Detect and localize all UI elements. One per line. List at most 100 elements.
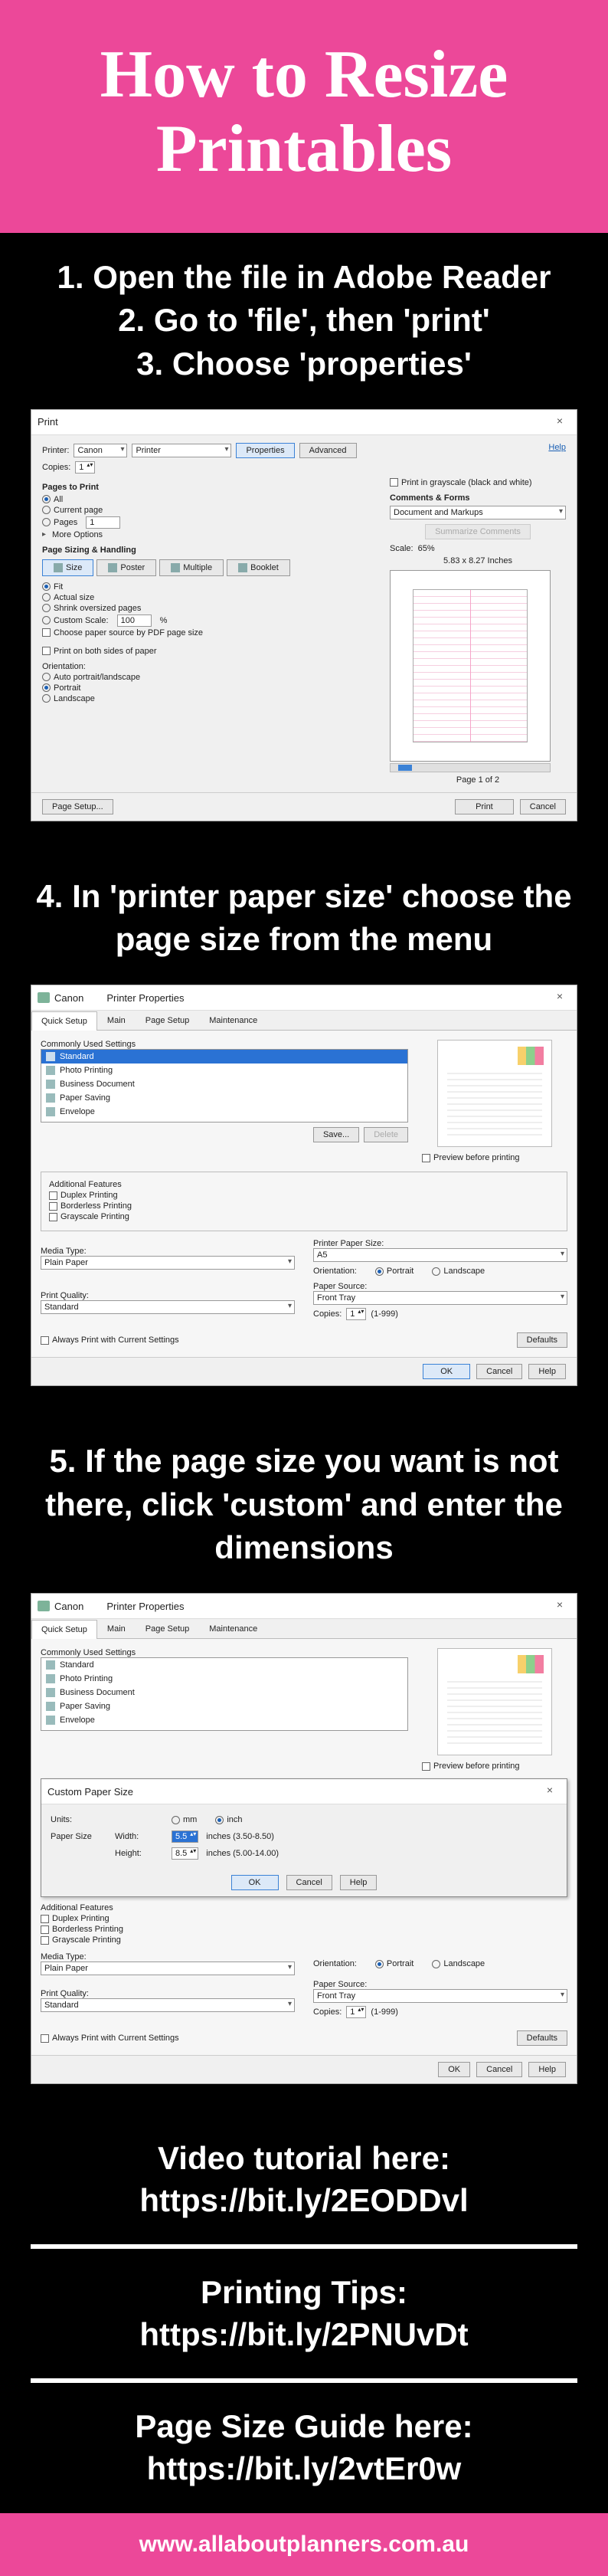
grayscale-printing-check-2[interactable]: Grayscale Printing <box>41 1935 567 1945</box>
page-setup-button[interactable]: Page Setup... <box>42 799 113 814</box>
all-pages-radio[interactable]: All <box>42 495 378 504</box>
photo-item[interactable]: Photo Printing <box>41 1064 407 1077</box>
envelope-item[interactable]: Envelope <box>41 1105 407 1119</box>
actual-size-radio[interactable]: Actual size <box>42 593 378 602</box>
help-button-pp[interactable]: Help <box>528 1364 566 1379</box>
borderless-check[interactable]: Borderless Printing <box>49 1201 559 1211</box>
preview-scrollbar[interactable] <box>390 763 551 772</box>
print-button[interactable]: Print <box>455 799 514 814</box>
paper-saving-item-2[interactable]: Paper Saving <box>41 1699 407 1713</box>
quality-label: Print Quality: <box>41 1291 295 1300</box>
width-input[interactable]: 5.5 <box>172 1830 198 1843</box>
settings-listbox-2[interactable]: Standard Photo Printing Business Documen… <box>41 1657 408 1731</box>
portrait-radio-pp[interactable]: Portrait <box>375 1267 414 1276</box>
defaults-button[interactable]: Defaults <box>517 1332 567 1348</box>
current-page-radio[interactable]: Current page <box>42 506 378 515</box>
close-icon[interactable]: × <box>539 1784 561 1799</box>
landscape-radio[interactable]: Landscape <box>42 694 378 703</box>
multiple-tab[interactable]: Multiple <box>159 559 224 576</box>
custom-cancel-button[interactable]: Cancel <box>286 1875 332 1890</box>
print-preview <box>390 570 551 762</box>
duplex-check[interactable]: Duplex Printing <box>49 1191 559 1200</box>
preview-before-check-2[interactable]: Preview before printing <box>422 1762 567 1771</box>
additional-features-label-2: Additional Features <box>41 1903 567 1912</box>
printer-model-select[interactable]: Printer <box>132 444 231 457</box>
portrait-radio-pp-2[interactable]: Portrait <box>375 1959 414 1968</box>
quality-select-2[interactable]: Standard <box>41 1998 295 2012</box>
custom-help-button[interactable]: Help <box>340 1875 378 1890</box>
size-tab[interactable]: Size <box>42 559 93 576</box>
photo-item-2[interactable]: Photo Printing <box>41 1672 407 1686</box>
paper-source-select-2[interactable]: Front Tray <box>313 1989 567 2003</box>
media-type-select[interactable]: Plain Paper <box>41 1256 295 1270</box>
mm-radio[interactable]: mm <box>172 1815 197 1824</box>
preview-before-check[interactable]: Preview before printing <box>422 1153 567 1162</box>
custom-scale-input[interactable]: 100 <box>117 615 152 627</box>
paper-size-select[interactable]: A5 <box>313 1248 567 1262</box>
cancel-button[interactable]: Cancel <box>520 799 566 814</box>
pages-to-print-heading: Pages to Print <box>42 483 378 492</box>
ok-button[interactable]: OK <box>423 1364 470 1379</box>
paper-source-select[interactable]: Front Tray <box>313 1291 567 1305</box>
paper-size-label: Printer Paper Size: <box>313 1239 567 1248</box>
business-item-2[interactable]: Business Document <box>41 1686 407 1699</box>
always-print-check[interactable]: Always Print with Current Settings <box>41 1336 179 1345</box>
standard-item[interactable]: Standard <box>41 1050 407 1064</box>
landscape-radio-pp-2[interactable]: Landscape <box>432 1959 485 1968</box>
pages-range-input[interactable]: 1 <box>86 516 120 529</box>
main-tab[interactable]: Main <box>97 1011 136 1030</box>
quality-label-2: Print Quality: <box>41 1989 295 1998</box>
advanced-button[interactable]: Advanced <box>299 443 357 458</box>
grayscale-printing-check[interactable]: Grayscale Printing <box>49 1212 559 1221</box>
close-icon[interactable]: × <box>549 1598 570 1614</box>
booklet-tab[interactable]: Booklet <box>227 559 290 576</box>
auto-orient-radio[interactable]: Auto portrait/landscape <box>42 673 378 682</box>
page-setup-tab[interactable]: Page Setup <box>136 1011 200 1030</box>
cancel-button-pp[interactable]: Cancel <box>476 1364 522 1379</box>
copies-stepper-pp-2[interactable]: 1 <box>346 2006 366 2018</box>
copies-stepper[interactable]: 1 <box>75 461 95 474</box>
inch-radio[interactable]: inch <box>215 1815 242 1824</box>
poster-tab[interactable]: Poster <box>96 559 156 576</box>
landscape-radio-pp[interactable]: Landscape <box>432 1267 485 1276</box>
pages-range-radio[interactable]: Pages 1 <box>42 516 378 529</box>
maintenance-tab[interactable]: Maintenance <box>199 1011 267 1030</box>
custom-ok-button[interactable]: OK <box>231 1875 279 1890</box>
duplex-check-2[interactable]: Duplex Printing <box>41 1914 567 1923</box>
save-settings-button[interactable]: Save... <box>313 1127 359 1142</box>
main-tab-2[interactable]: Main <box>97 1619 136 1638</box>
envelope-item-2[interactable]: Envelope <box>41 1713 407 1727</box>
portrait-radio[interactable]: Portrait <box>42 683 378 693</box>
copies-stepper-pp[interactable]: 1 <box>346 1308 366 1320</box>
custom-scale-radio[interactable]: Custom Scale: 100 % <box>42 615 378 627</box>
printer-brand-select[interactable]: Canon <box>74 444 127 457</box>
help-link[interactable]: Help <box>548 443 566 452</box>
fit-radio[interactable]: Fit <box>42 582 378 592</box>
help-button-pp-2[interactable]: Help <box>528 2062 566 2077</box>
properties-button[interactable]: Properties <box>236 443 294 458</box>
quick-setup-tab[interactable]: Quick Setup <box>31 1011 97 1031</box>
close-icon[interactable]: × <box>549 990 570 1005</box>
business-item[interactable]: Business Document <box>41 1077 407 1091</box>
grayscale-check[interactable]: Print in grayscale (black and white) <box>390 478 566 487</box>
close-icon[interactable]: × <box>549 415 570 430</box>
shrink-radio[interactable]: Shrink oversized pages <box>42 604 378 613</box>
ok-button-2[interactable]: OK <box>438 2062 470 2077</box>
media-type-select-2[interactable]: Plain Paper <box>41 1961 295 1975</box>
more-options-toggle[interactable]: ▸More Options <box>42 530 378 539</box>
quality-select[interactable]: Standard <box>41 1300 295 1314</box>
paper-saving-item[interactable]: Paper Saving <box>41 1091 407 1105</box>
defaults-button-2[interactable]: Defaults <box>517 2030 567 2046</box>
height-input[interactable]: 8.5 <box>172 1847 198 1860</box>
quick-setup-tab-2[interactable]: Quick Setup <box>31 1620 97 1639</box>
standard-item-2[interactable]: Standard <box>41 1658 407 1672</box>
pdf-page-size-check[interactable]: Choose paper source by PDF page size <box>42 628 378 637</box>
settings-listbox[interactable]: Standard Photo Printing Business Documen… <box>41 1049 408 1122</box>
page-setup-tab-2[interactable]: Page Setup <box>136 1619 200 1638</box>
borderless-check-2[interactable]: Borderless Printing <box>41 1925 567 1934</box>
always-print-check-2[interactable]: Always Print with Current Settings <box>41 2034 179 2043</box>
cancel-button-pp-2[interactable]: Cancel <box>476 2062 522 2077</box>
maintenance-tab-2[interactable]: Maintenance <box>199 1619 267 1638</box>
both-sides-check[interactable]: Print on both sides of paper <box>42 647 378 656</box>
comments-select[interactable]: Document and Markups <box>390 506 566 519</box>
